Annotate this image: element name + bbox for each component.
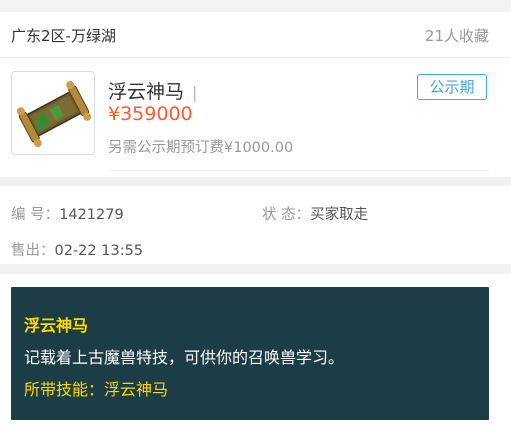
item-id: 编 号：1421279: [11, 203, 124, 224]
sold-time: 售出：02-22 13:55: [11, 239, 143, 260]
item-title: 浮云神马 |: [108, 77, 197, 104]
item-price: ¥359000: [108, 103, 193, 125]
item-id-label: 编 号：: [11, 207, 60, 223]
reservation-fee-note: 另需公示期预订费¥1000.00: [108, 140, 294, 156]
trade-state-value: 买家取走: [310, 207, 369, 223]
item-card[interactable]: 浮云神马 | ¥359000 另需公示期预订费¥1000.00 公示期: [0, 59, 511, 173]
server-name: 广东2区-万绿湖: [11, 27, 116, 45]
trade-state-label: 状 态：: [262, 207, 311, 223]
sold-time-value: 02-22 13:55: [54, 243, 144, 259]
sold-time-label: 售出：: [11, 243, 55, 259]
section-gap: [0, 177, 511, 186]
item-title-text: 浮云神马: [108, 81, 185, 103]
title-separator: |: [192, 83, 198, 102]
item-id-value: 1421279: [59, 207, 124, 223]
description-skill: 所带技能：浮云神马: [24, 380, 169, 399]
trade-state: 状 态：买家取走: [262, 203, 368, 224]
section-gap: [0, 264, 511, 274]
favorite-count[interactable]: 21人收藏: [425, 25, 489, 46]
server-row: 广东2区-万绿湖 21人收藏: [0, 12, 511, 58]
scroll-item-icon: [11, 71, 95, 155]
top-strip: [0, 0, 511, 12]
description-title: 浮云神马: [24, 316, 89, 335]
item-description-panel: 浮云神马 记载着上古魔兽特技，可供你的召唤兽学习。 所带技能：浮云神马: [11, 287, 489, 420]
divider: [108, 170, 489, 171]
status-badge: 公示期: [417, 74, 487, 100]
description-text: 记载着上古魔兽特技，可供你的召唤兽学习。: [24, 348, 345, 367]
trade-info: 编 号：1421279 状 态：买家取走 售出：02-22 13:55: [0, 186, 511, 264]
